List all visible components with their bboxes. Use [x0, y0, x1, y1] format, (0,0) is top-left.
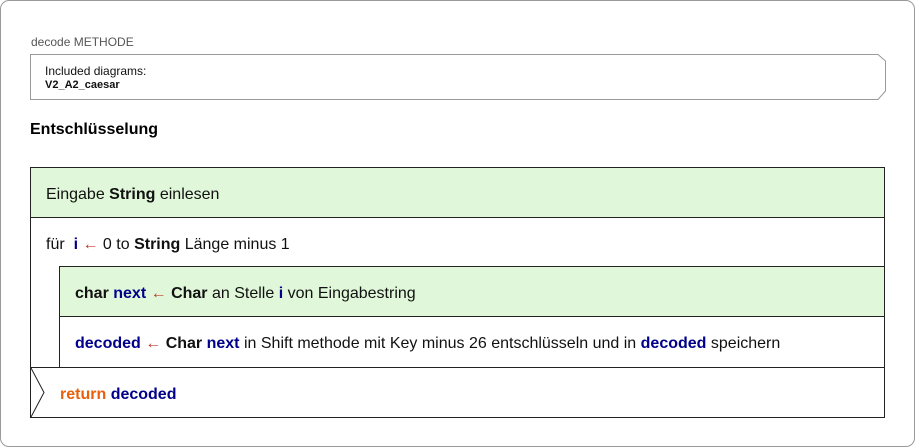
input-type: String: [109, 186, 156, 203]
included-diagrams-title: Included diagrams:: [45, 64, 147, 78]
method-label: decode METHODE: [31, 35, 134, 49]
decode-char-type: Char: [165, 335, 203, 352]
included-diagrams-box: Included diagrams: V2_A2_caesar: [30, 54, 886, 100]
input-block[interactable]: Eingabe String einlesen: [30, 167, 885, 218]
decode-mid-text: in Shift methode mit Key minus 26 entsch…: [243, 335, 637, 352]
note-outline: [30, 54, 886, 100]
char-statement: char next ← Char an Stelle i von Eingabe…: [75, 285, 416, 303]
return-arrow-shape: [30, 367, 45, 418]
i-variable: i: [278, 285, 284, 302]
return-statement: return decoded: [60, 386, 176, 404]
return-block[interactable]: return decoded: [30, 367, 885, 418]
loop-keyword: für: [46, 236, 65, 253]
char-suffix-text: von Eingabestring: [287, 285, 416, 302]
assign-arrow: ←: [150, 285, 167, 302]
decoded-variable: decoded: [75, 335, 141, 352]
included-diagram-link[interactable]: V2_A2_caesar: [45, 79, 120, 91]
decoded-variable: decoded: [110, 386, 177, 403]
decode-statement-block[interactable]: decoded ← Char next in Shift methode mit…: [59, 316, 885, 368]
next-variable: next: [206, 335, 240, 352]
next-variable: next: [113, 285, 147, 302]
assign-arrow: ←: [145, 335, 162, 352]
char-type-2: Char: [171, 285, 208, 302]
diagram-heading: Entschlüsselung: [30, 121, 159, 138]
char-mid-text: an Stelle: [211, 285, 275, 302]
assign-arrow: ←: [82, 236, 99, 253]
decoded-variable-2: decoded: [640, 335, 707, 352]
loop-header: für i ← 0 to String Länge minus 1: [46, 236, 290, 254]
char-type: char: [75, 285, 109, 302]
loop-variable: i: [73, 236, 79, 253]
decode-suffix-text: speichern: [710, 335, 781, 352]
decode-statement: decoded ← Char next in Shift methode mit…: [75, 335, 780, 353]
loop-range-start: 0 to: [102, 236, 130, 253]
input-statement: Eingabe String einlesen: [46, 186, 219, 204]
return-keyword: return: [60, 386, 107, 403]
loop-type: String: [134, 236, 181, 253]
char-statement-block[interactable]: char next ← Char an Stelle i von Eingabe…: [59, 266, 885, 317]
nassi-shneiderman-diagram: Eingabe String einlesen für i ← 0 to Str…: [30, 167, 885, 418]
input-prefix: Eingabe: [46, 186, 105, 203]
loop-range-end: Länge minus 1: [184, 236, 290, 253]
input-suffix: einlesen: [159, 186, 220, 203]
